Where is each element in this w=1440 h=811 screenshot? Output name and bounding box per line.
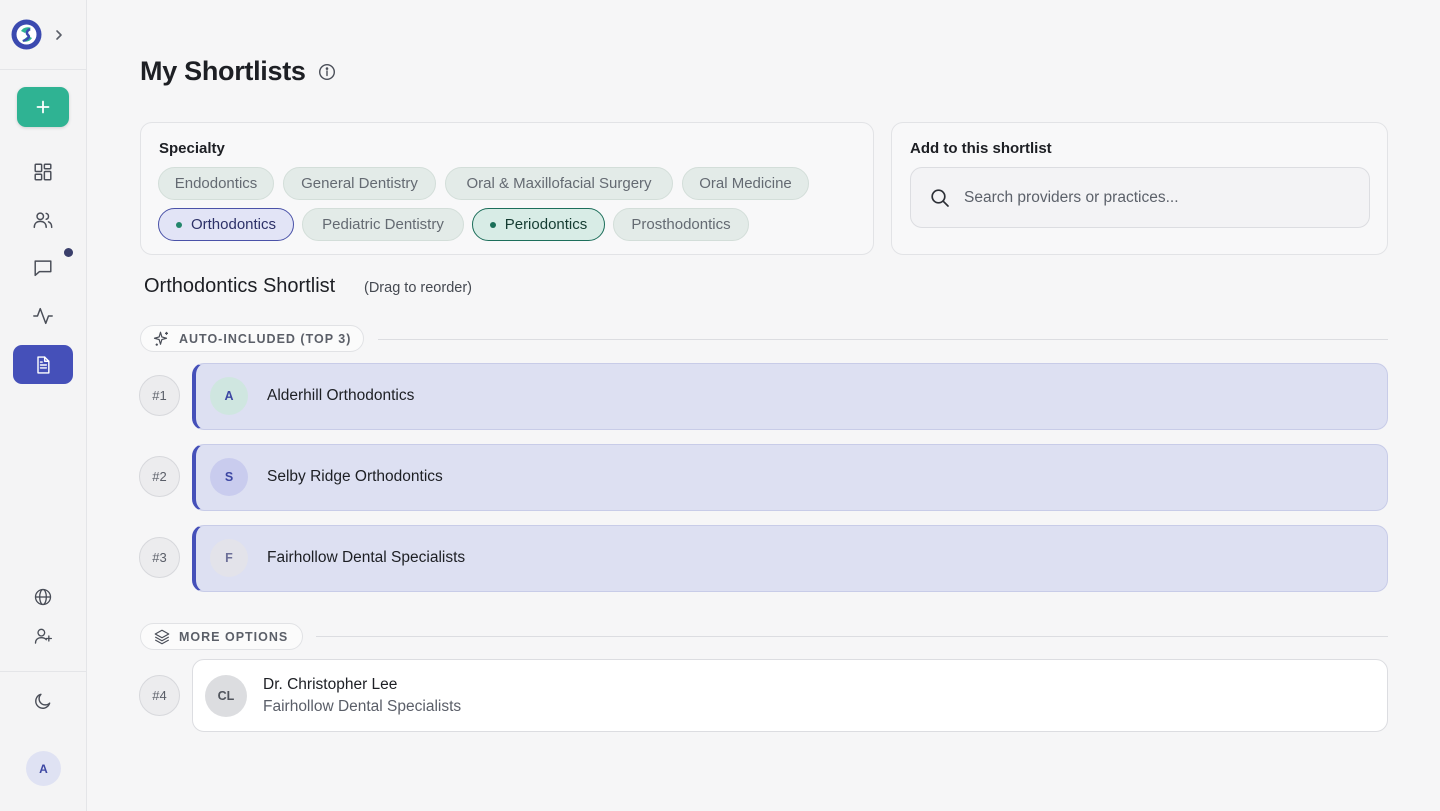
- chip-periodontics[interactable]: Periodontics: [472, 208, 605, 241]
- search-box[interactable]: [910, 167, 1370, 228]
- specialty-label: Specialty: [159, 140, 225, 157]
- chip-label: Oral & Maxillofacial Surgery: [466, 175, 652, 192]
- chip-label: Prosthodontics: [631, 216, 731, 233]
- chip-label: Orthodontics: [190, 216, 277, 233]
- shortlist-row[interactable]: A Alderhill Orthodontics: [192, 363, 1388, 430]
- add-to-shortlist-card: Add to this shortlist: [891, 122, 1388, 255]
- chip-oral-maxillofacial-surgery[interactable]: Oral & Maxillofacial Surgery: [445, 167, 673, 200]
- layers-icon: [154, 629, 170, 644]
- more-options-label: MORE OPTIONS: [140, 623, 303, 650]
- provider-avatar: F: [210, 539, 248, 577]
- more-options-text: MORE OPTIONS: [179, 629, 289, 644]
- nav-shortlists[interactable]: [13, 345, 73, 384]
- shortlist-row[interactable]: F Fairhollow Dental Specialists: [192, 525, 1388, 592]
- create-new-button[interactable]: [17, 87, 69, 127]
- shortlist-row[interactable]: S Selby Ridge Orthodontics: [192, 444, 1388, 511]
- theme-toggle[interactable]: [30, 688, 56, 714]
- activity-icon: [33, 307, 53, 325]
- provider-avatar: A: [210, 377, 248, 415]
- group-divider: [378, 339, 1388, 340]
- chip-label: Oral Medicine: [699, 175, 792, 192]
- sidebar-divider: [0, 671, 86, 672]
- rank-badge: #3: [139, 537, 180, 578]
- chip-pediatric-dentistry[interactable]: Pediatric Dentistry: [302, 208, 464, 241]
- chip-oral-medicine[interactable]: Oral Medicine: [682, 167, 809, 200]
- chip-label: Periodontics: [504, 216, 588, 233]
- provider-avatar: S: [210, 458, 248, 496]
- search-input[interactable]: [964, 188, 1344, 207]
- users-icon: [33, 212, 53, 229]
- search-icon: [931, 188, 949, 207]
- app-logo[interactable]: [11, 19, 42, 50]
- provider-name: Fairhollow Dental Specialists: [267, 549, 466, 566]
- user-avatar[interactable]: A: [26, 751, 61, 786]
- selected-dot: [175, 221, 182, 228]
- add-user-icon: [34, 628, 52, 644]
- expand-sidebar-icon[interactable]: [52, 27, 66, 43]
- rank-badge: #2: [139, 456, 180, 497]
- chip-endodontics[interactable]: Endodontics: [158, 167, 274, 200]
- nav-invite[interactable]: [30, 623, 56, 649]
- add-label: Add to this shortlist: [910, 140, 1052, 157]
- provider-name: Dr. Christopher Lee: [263, 676, 398, 693]
- auto-included-text: AUTO-INCLUDED (TOP 3): [179, 331, 352, 346]
- moon-icon: [35, 693, 51, 709]
- chip-label: Endodontics: [174, 175, 258, 192]
- page-title: My Shortlists: [140, 56, 306, 86]
- nav-language[interactable]: [30, 584, 56, 610]
- globe-icon: [34, 588, 52, 606]
- nav-messages[interactable]: [30, 255, 56, 281]
- auto-included-label: AUTO-INCLUDED (TOP 3): [140, 325, 364, 352]
- messages-icon: [34, 260, 52, 277]
- drag-hint: (Drag to reorder): [364, 280, 472, 296]
- sparkle-icon: [153, 331, 168, 346]
- selected-dot: [489, 221, 496, 228]
- provider-avatar: CL: [205, 675, 247, 717]
- nav-activity[interactable]: [30, 303, 56, 329]
- shortlist-title: Orthodontics Shortlist: [144, 275, 336, 297]
- notification-dot: [64, 248, 73, 257]
- group-divider: [316, 636, 1388, 637]
- plus-icon: [36, 100, 50, 114]
- shortlist-row[interactable]: CL Dr. Christopher Lee Fairhollow Dental…: [192, 659, 1388, 732]
- rank-badge: #4: [139, 675, 180, 716]
- chip-label: General Dentistry: [301, 175, 418, 192]
- chip-label: Pediatric Dentistry: [322, 216, 444, 233]
- nav-dashboard[interactable]: [30, 159, 56, 185]
- info-icon[interactable]: [318, 63, 336, 81]
- document-icon: [37, 355, 50, 374]
- dashboard-icon: [34, 163, 52, 181]
- rank-badge: #1: [139, 375, 180, 416]
- specialty-filter-card: Specialty Endodontics General Dentistry …: [140, 122, 874, 255]
- sidebar: A: [0, 0, 87, 811]
- chip-prosthodontics[interactable]: Prosthodontics: [613, 208, 749, 241]
- chip-orthodontics[interactable]: Orthodontics: [158, 208, 294, 241]
- nav-users[interactable]: [30, 207, 56, 233]
- chip-general-dentistry[interactable]: General Dentistry: [283, 167, 436, 200]
- provider-name: Selby Ridge Orthodontics: [267, 468, 443, 485]
- provider-practice: Fairhollow Dental Specialists: [263, 698, 462, 715]
- provider-name: Alderhill Orthodontics: [267, 387, 415, 404]
- sidebar-divider: [0, 69, 86, 70]
